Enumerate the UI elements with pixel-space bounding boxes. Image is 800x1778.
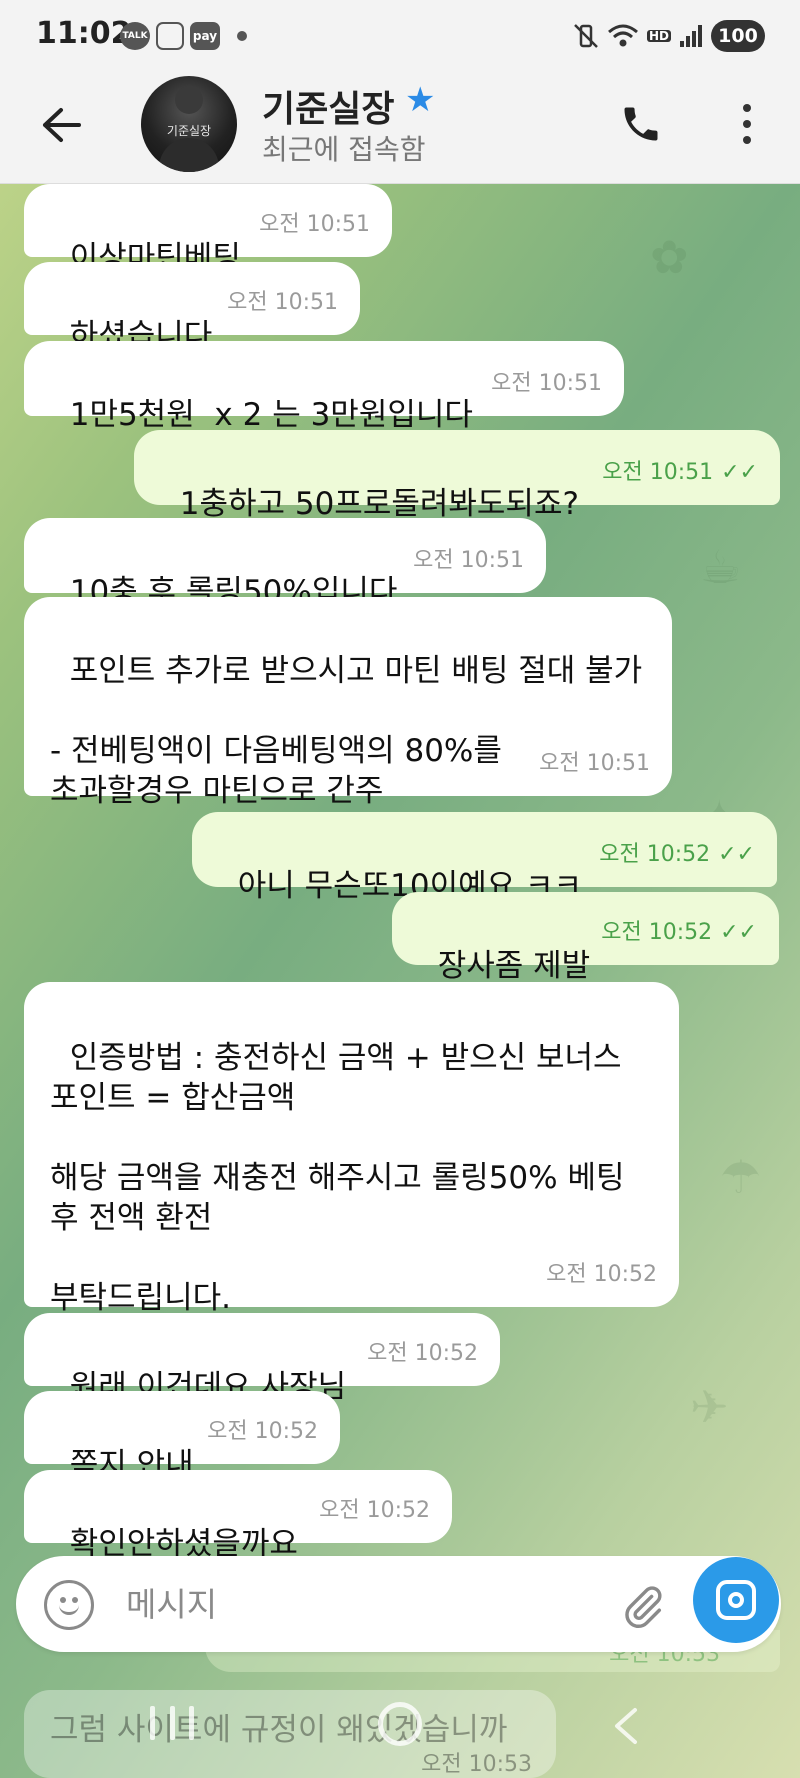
message-meta: 오전 10:52 ✓✓	[599, 835, 755, 875]
star-icon: ★	[405, 80, 436, 120]
message-input-bar	[16, 1556, 781, 1652]
nav-back-icon[interactable]	[606, 1706, 646, 1746]
message-text: 1충하고 50프로돌려봐도되죠?	[179, 486, 579, 522]
hd-voice-icon: HD	[644, 20, 674, 52]
message-time: 오전 10:52	[367, 1341, 478, 1366]
message-text: 포인트 추가로 받으시고 마틴 배팅 절대 불가 - 전베팅액이 다음베팅액의 …	[50, 653, 643, 809]
camera-lens	[716, 1580, 756, 1620]
message-time: 오전 10:52	[599, 842, 711, 867]
message-bubble[interactable]: 하셨습니다 오전 10:51	[24, 262, 360, 354]
camera-icon[interactable]	[693, 1557, 779, 1643]
recent-apps-icon[interactable]	[150, 1706, 194, 1750]
message-time: 오전 10:51	[602, 460, 714, 485]
message-bubble[interactable]: 10충 후 롤링50%입니다 오전 10:51	[24, 518, 546, 610]
message-bubble[interactable]: 포인트 추가로 받으시고 마틴 배팅 절대 불가 - 전베팅액이 다음베팅액의 …	[24, 597, 672, 809]
system-navigation-bar	[0, 1680, 800, 1778]
mute-vibrate-icon	[572, 20, 600, 52]
message-text: 1만5천원 x 2 는 3만원입니다	[69, 397, 473, 433]
double-check-icon: ✓✓	[721, 460, 758, 485]
avatar-figure-body	[159, 138, 219, 172]
emoji-icon[interactable]	[44, 1580, 94, 1630]
status-time: 11:02	[36, 16, 132, 51]
message-time: 오전 10:52	[546, 1262, 657, 1287]
message-time: 오전 10:51	[491, 371, 602, 396]
avatar-figure	[175, 86, 203, 114]
message-time: 오전 10:52	[319, 1498, 430, 1523]
signal-icon	[676, 20, 706, 52]
double-check-icon: ✓✓	[718, 842, 755, 867]
message-bubble[interactable]: 인증방법 : 충전하신 금액 + 받으신 보너스 포인트 = 합산금액 해당 금…	[24, 982, 679, 1316]
message-time: 오전 10:52	[207, 1419, 318, 1444]
home-icon[interactable]	[378, 1702, 422, 1746]
more-vert-icon[interactable]	[730, 98, 764, 150]
hd-label: HD	[646, 29, 671, 43]
message-bubble[interactable]: 1충하고 50프로돌려봐도되죠? 오전 10:51 ✓✓	[134, 430, 780, 522]
chat-header: 기준실장 기준실장 ★ 최근에 접속함	[0, 70, 800, 184]
pay-notification-icon: pay	[190, 22, 220, 50]
background-doodle: ✿	[650, 230, 689, 284]
phone-icon[interactable]	[615, 98, 667, 150]
message-time: 오전 10:51	[259, 212, 370, 237]
message-bubble[interactable]: 1만5천원 x 2 는 3만원입니다 오전 10:51	[24, 341, 624, 433]
avatar-text: 기준실장	[166, 124, 212, 138]
message-time: 오전 10:51	[539, 751, 650, 776]
message-bubble[interactable]: 쪽지 안내 오전 10:52	[24, 1391, 340, 1483]
message-meta: 오전 10:52 ✓✓	[601, 913, 757, 953]
message-bubble[interactable]: 장사좀 제발 오전 10:52 ✓✓	[392, 892, 779, 984]
status-bar: 11:02 TALK pay HD 100	[0, 0, 800, 70]
battery-indicator: 100	[711, 20, 765, 52]
avatar[interactable]: 기준실장	[141, 76, 237, 172]
message-meta: 오전 10:51 ✓✓	[602, 453, 758, 493]
wifi-icon	[606, 20, 640, 52]
message-time: 오전 10:51	[413, 548, 524, 573]
screenshot-notification-icon	[156, 22, 184, 50]
message-bubble[interactable]: 아니 무슨또10이예요 ㅋㅋ 오전 10:52 ✓✓	[192, 812, 777, 904]
message-bubble[interactable]: 확인안하셨을까요 오전 10:52	[24, 1470, 452, 1562]
paperclip-icon[interactable]	[616, 1580, 670, 1634]
background-doodle: ☕	[700, 540, 742, 594]
more-notifications-dot	[237, 31, 247, 41]
background-doodle: ☂	[720, 1150, 762, 1204]
talk-notification-icon: TALK	[120, 22, 150, 50]
message-time: 오전 10:52	[601, 920, 713, 945]
message-bubble[interactable]: 이상마틴베팅 오전 10:51	[24, 184, 392, 276]
last-seen-status: 최근에 접속함	[262, 133, 426, 166]
message-input[interactable]	[126, 1582, 586, 1626]
message-time: 오전 10:51	[227, 290, 338, 315]
background-doodle: ✈	[690, 1380, 729, 1434]
back-arrow-icon[interactable]	[36, 100, 86, 150]
message-text: 장사좀 제발	[437, 948, 591, 984]
camera-lens-inner	[728, 1592, 744, 1608]
contact-name[interactable]: 기준실장	[262, 80, 394, 132]
message-text: 인증방법 : 충전하신 금액 + 받으신 보너스 포인트 = 합산금액 해당 금…	[50, 1040, 625, 1316]
double-check-icon: ✓✓	[720, 920, 757, 945]
message-bubble[interactable]: 원래 이건데요 사장님 오전 10:52	[24, 1313, 500, 1405]
